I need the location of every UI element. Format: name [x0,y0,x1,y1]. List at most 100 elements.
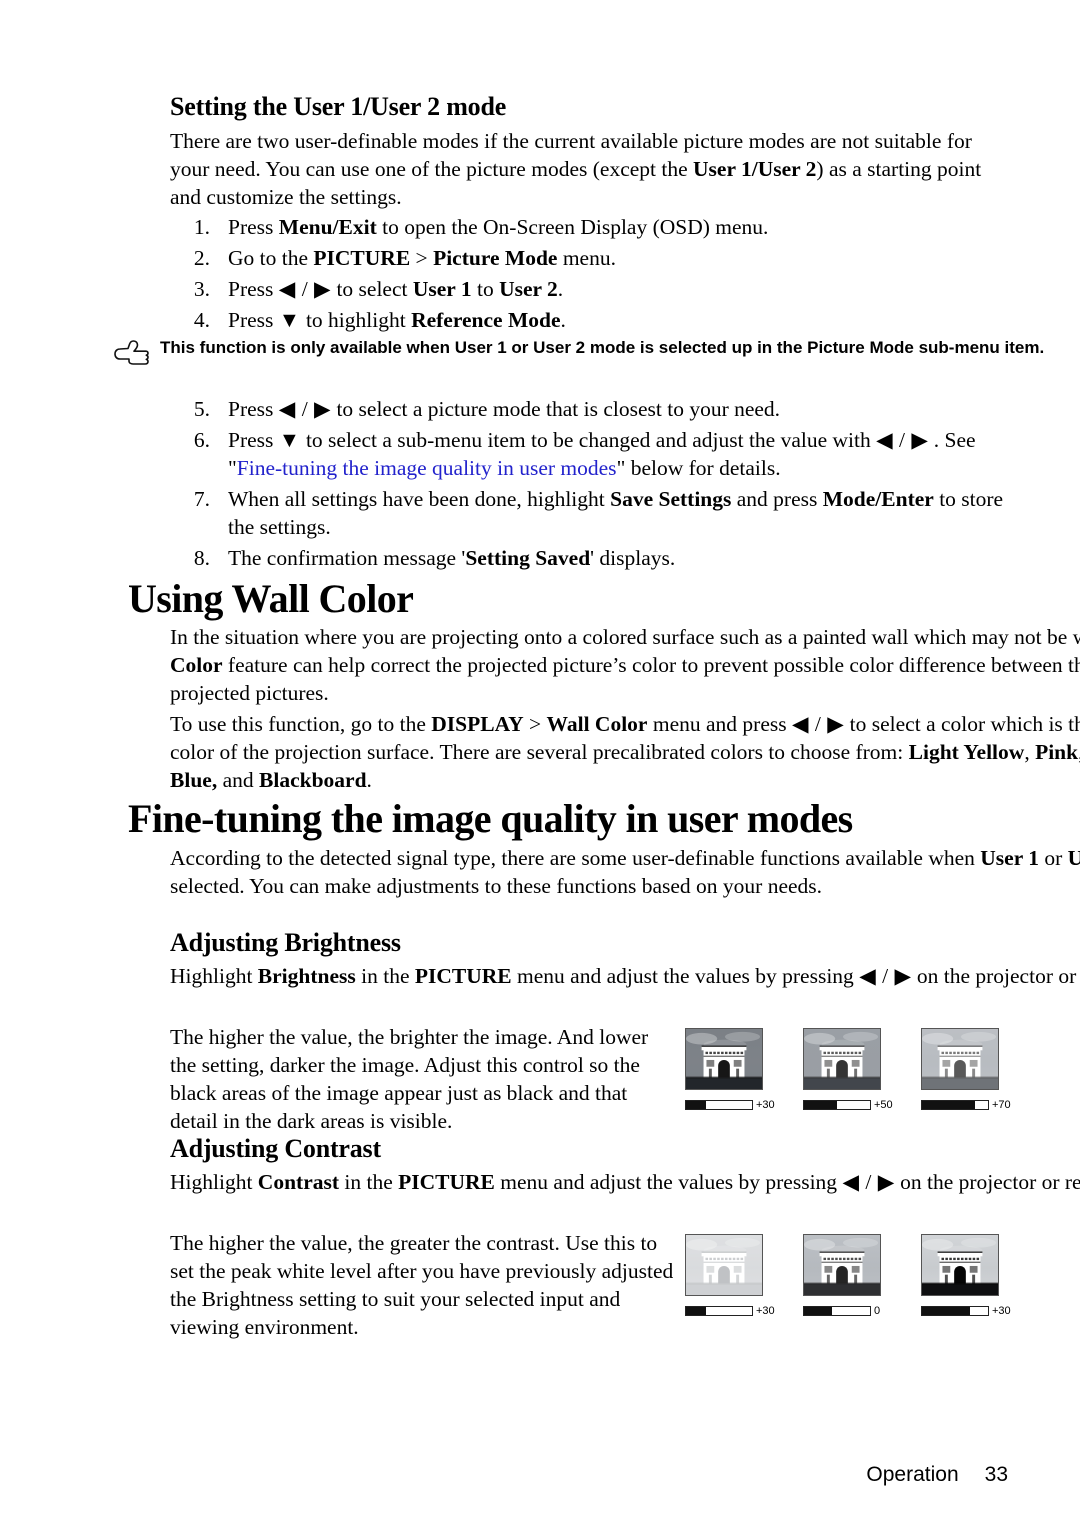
contrast-sample: 0 [803,1234,897,1317]
step-2-text-0: Press [228,276,279,301]
wall2-bold-3: Wall Color [546,712,648,736]
step-0-text-0: Press [228,215,279,239]
bright-bold-1: Brightness [257,964,356,988]
paragraph-contrast: Highlight Contrast in the PICTURE menu a… [170,1169,1080,1197]
contrast-bold-1: Contrast [257,1170,340,1194]
step-number: 3. [193,276,210,301]
step-body: Press ▼ to select a sub-menu item to be … [228,428,976,480]
intro-bold-user12: User 1/User 2 [693,156,817,181]
arc-de-triomphe-bright-thumbnail [921,1028,999,1090]
step-body: Press ◀ / ▶ to select User 1 to User 2. [228,277,563,301]
wall2-text-14: and [217,767,259,792]
contrast-sample: +30 [921,1234,1015,1317]
brightness-sample-row: The higher the value, the brighter the i… [170,1024,1080,1136]
step-number: 8. [193,545,210,570]
step-number: 1. [193,215,210,239]
step-2-text-4: to [471,276,500,301]
wall2-arrow-glyph-5: ◀ / ▶ [791,712,845,736]
wall2-bold-13: Blue, [170,767,218,792]
bright-text-0: Highlight [170,964,258,988]
ordered-list-steps-1: 1. Press Menu/Exit to open the On-Screen … [170,214,1008,338]
step-number: 6. [193,427,210,452]
step-2-arrow-glyph-1: ◀ / ▶ [278,276,332,301]
step-0-arrow-glyph-1: ◀ / ▶ [278,397,332,421]
contrast-slider-track [803,1306,871,1316]
step-item: 5. Press ◀ / ▶ to select a picture mode t… [170,396,1008,424]
step-item: 7. When all settings have been done, high… [170,486,1008,542]
brightness-sample: +70 [921,1028,1015,1111]
step-3-text-4: . [560,307,566,332]
wall2-bold-15: Blackboard [259,767,367,792]
wall2-text-0: To use this function, go to the [170,712,432,736]
bright-arrow-glyph-5: ◀ / ▶ [859,964,912,988]
footer-section-label: Operation [866,1463,959,1486]
step-3-text-2: to highlight [300,307,412,332]
contrast-sample: +30 [685,1234,779,1317]
contrast-slider-value: +30 [992,1305,1011,1317]
brightness-slider-fill [686,1101,706,1109]
pointing-hand-icon [112,335,160,373]
contrast-text-4: menu and adjust the values by pressing [494,1170,843,1194]
note-text: This function is only available when Use… [160,338,1045,357]
arc-de-triomphe-dark-thumbnail [685,1028,763,1090]
brightness-thumbnails: +30 +50 +70 [675,1024,1080,1111]
step-item: 3. Press ◀ / ▶ to select User 1 to User 2… [170,276,1008,304]
step-1-text-0: Press [228,427,279,452]
ordered-list-steps-2: 5. Press ◀ / ▶ to select a picture mode t… [170,396,1008,576]
step-item: 6. Press ▼ to select a sub-menu item to b… [170,427,1008,483]
contrast-slider-track [685,1306,753,1316]
arc-de-triomphe-low-contrast-thumbnail [685,1234,763,1296]
contrast-description: The higher the value, the greater the co… [170,1231,674,1339]
step-2-bold-5: User 2 [499,276,558,301]
contrast-sample-row: The higher the value, the greater the co… [170,1230,1080,1342]
note-callout: This function is only available when Use… [112,335,1080,373]
brightness-slider-track [803,1100,871,1110]
contrast-slider-fill [922,1307,970,1315]
step-3-text-2: ' displays. [590,545,676,570]
step-3-text-0: Press [228,307,279,332]
step-body: Press ▼ to highlight Reference Mode. [228,308,566,332]
step-1-link-5[interactable]: Fine-tuning the image quality in user mo… [237,456,617,480]
contrast-slider-track [921,1306,989,1316]
step-2-bold-3: Mode/Enter [822,486,934,511]
wall2-bold-9: Pink [1035,739,1079,764]
step-body: Press ◀ / ▶ to select a picture mode tha… [228,397,780,421]
contrast-slider-row: +30 [685,1305,779,1317]
step-number: 7. [193,486,210,511]
wall1-text-0: In the situation where you are projectin… [170,625,1080,649]
arc-de-triomphe-medium-thumbnail [803,1028,881,1090]
step-2-text-2: to select [331,276,413,301]
step-3-arrow-glyph-1: ▼ [278,307,301,332]
step-1-text-2: > [410,245,434,270]
fine-text-2: or [1039,846,1068,870]
step-1-bold-3: Picture Mode [433,245,558,270]
step-1-text-6: " below for details. [616,455,781,480]
wall2-bold-1: DISPLAY [431,712,524,736]
step-2-text-6: . [557,276,564,301]
bright-bold-3: PICTURE [414,964,512,988]
brightness-slider-row: +50 [803,1099,897,1111]
step-item: 1. Press Menu/Exit to open the On-Screen … [170,214,1008,242]
step-body: When all settings have been done, highli… [228,487,1003,539]
wall2-text-16: . [366,767,372,792]
step-body: Press Menu/Exit to open the On-Screen Di… [228,215,768,239]
step-2-text-2: and press [731,486,823,511]
wall2-text-2: > [523,712,547,736]
fine-bold-3: User 2 [1067,846,1080,870]
heading-setting-user-mode: Setting the User 1/User 2 mode [170,92,507,121]
brightness-slider-row: +30 [685,1099,779,1111]
step-number: 5. [193,397,210,421]
fine-text-0: According to the detected signal type, t… [170,846,981,870]
step-item: 4. Press ▼ to highlight Reference Mode. [170,307,1008,335]
paragraph-fine-tuning-intro: According to the detected signal type, t… [170,845,1080,901]
heading-adjusting-brightness: Adjusting Brightness [170,928,401,957]
brightness-slider-row: +70 [921,1099,1015,1111]
brightness-slider-fill [804,1101,837,1109]
step-1-arrow-glyph-3: ◀ / ▶ [876,427,929,452]
step-number: 2. [193,245,210,270]
page-footer: Operation 33 [866,1463,1008,1487]
brightness-slider-value: +70 [992,1099,1011,1111]
arc-de-triomphe-mid-contrast-thumbnail [803,1234,881,1296]
arc-de-triomphe-high-contrast-thumbnail [921,1234,999,1296]
step-0-bold-1: Menu/Exit [278,215,377,239]
